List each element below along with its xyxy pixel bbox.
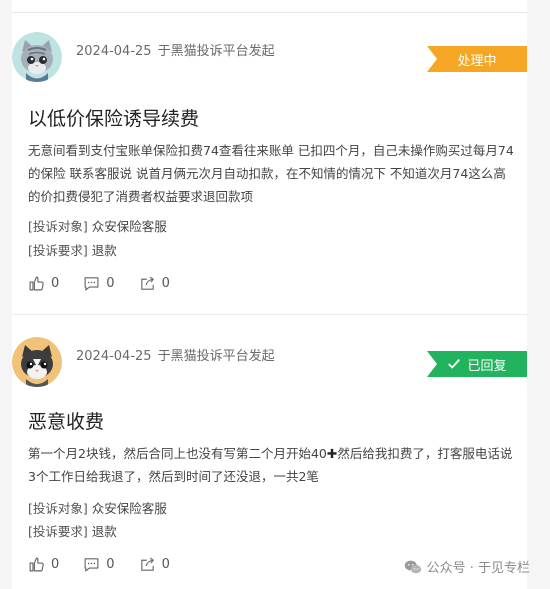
demand-label: [投诉要求] [28,243,88,258]
status-label: 处理中 [457,53,497,69]
action-bar: 0 0 0 [28,556,170,573]
body-text-part1: 第一个月2块钱，然后合同上也没有写第二个月开始40 [28,446,327,461]
like-count: 0 [51,557,60,572]
complaint-body: 第一个月2块钱，然后合同上也没有写第二个月开始40✚然后给我扣费了，打客服电话说… [28,442,518,488]
card-divider [12,314,527,315]
status-badge: 已回复 [427,351,527,377]
complaint-source: 于黑猫投诉平台发起 [157,349,275,364]
comment-button[interactable]: 0 [83,275,115,292]
cat-avatar-icon [12,32,62,82]
target-label: [投诉对象] [28,501,88,516]
share-icon [140,557,154,571]
complaint-title[interactable]: 恶意收费 [28,407,104,434]
complaint-card: 2024-04-25 于黑猫投诉平台发起 已回复 恶意收费 第一个月2块钱，然后合… [12,337,527,587]
watermark: 公众号 · 于见专栏 [404,557,530,576]
complaint-target: [投诉对象] 众安保险客服 [28,498,167,517]
complaint-card: 2024-04-25 于黑猫投诉平台发起 处理中 以低价保险诱导续费 无意间看到支… [12,32,527,302]
share-button[interactable]: 0 [139,556,170,573]
complaint-source: 于黑猫投诉平台发起 [157,44,275,59]
target-label: [投诉对象] [28,219,88,234]
status-badge: 处理中 [427,46,527,72]
share-count: 0 [161,276,170,291]
action-bar: 0 0 0 [28,275,170,292]
user-avatar[interactable] [12,337,62,387]
complaint-target: [投诉对象] 众安保险客服 [28,216,167,235]
like-button[interactable]: 0 [28,556,59,573]
complaint-date: 2024-04-25 [76,349,152,364]
comment-count: 0 [106,276,115,291]
check-icon [448,359,461,369]
cat-avatar-icon [12,337,62,387]
like-button[interactable]: 0 [28,275,59,292]
thumbs-up-icon [29,557,44,572]
top-divider [12,0,527,13]
complaint-meta: 2024-04-25 于黑猫投诉平台发起 [76,40,275,59]
plus-icon: ✚ [326,446,338,461]
comment-icon [84,558,99,572]
thumbs-up-icon [29,276,44,291]
share-button[interactable]: 0 [139,275,170,292]
target-value[interactable]: 众安保险客服 [92,219,167,234]
complaint-demand: [投诉要求] 退款 [28,521,117,540]
comment-button[interactable]: 0 [83,556,115,573]
comment-icon [84,277,99,291]
watermark-text: 公众号 · 于见专栏 [426,561,530,576]
share-count: 0 [161,557,170,572]
comment-count: 0 [106,557,115,572]
complaint-date: 2024-04-25 [76,44,152,59]
demand-label: [投诉要求] [28,524,88,539]
status-label: 已回复 [467,358,507,374]
demand-value: 退款 [91,524,117,539]
share-icon [140,276,154,290]
target-value[interactable]: 众安保险客服 [92,501,167,516]
complaint-list: 2024-04-25 于黑猫投诉平台发起 处理中 以低价保险诱导续费 无意间看到支… [12,0,527,589]
user-avatar[interactable] [12,32,62,82]
demand-value: 退款 [91,243,117,258]
like-count: 0 [51,276,60,291]
complaint-meta: 2024-04-25 于黑猫投诉平台发起 [76,345,275,364]
complaint-title[interactable]: 以低价保险诱导续费 [28,104,199,131]
complaint-body: 无意间看到支付宝账单保险扣费74查看往来账单 已扣四个月，自己未操作购买过每月7… [28,143,514,204]
wechat-icon [404,560,421,573]
complaint-demand: [投诉要求] 退款 [28,240,117,259]
